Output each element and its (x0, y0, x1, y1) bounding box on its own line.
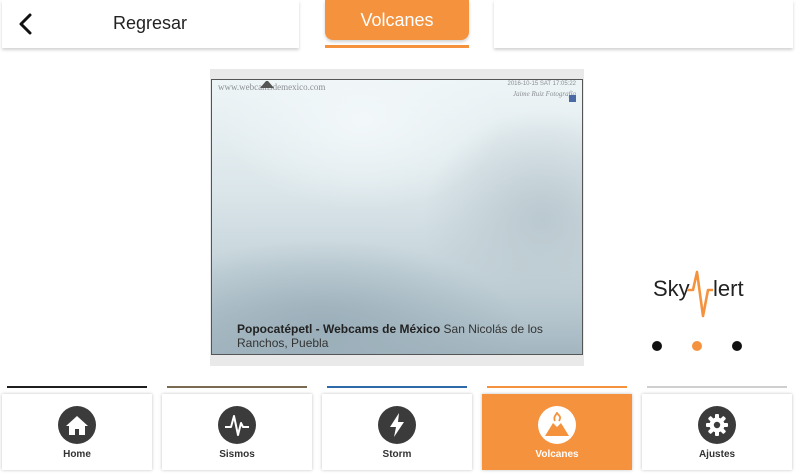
caption-title: Popocatépetl - Webcams de México (237, 322, 441, 336)
webcam-caption: Popocatépetl - Webcams de México San Nic… (237, 322, 573, 350)
tab-underline (325, 45, 469, 48)
volcano-icon (538, 406, 576, 444)
nav-label-sismos: Sismos (219, 449, 255, 460)
chevron-left-icon[interactable] (16, 12, 36, 36)
volcano-peak-icon (260, 81, 274, 88)
top-bar-right (494, 0, 793, 48)
page-dot-2[interactable] (692, 341, 702, 351)
nav-label-volcanes: Volcanes (535, 449, 579, 460)
gear-icon (698, 406, 736, 444)
nav-strip-ajustes (647, 386, 787, 388)
nav-sismos[interactable]: Sismos (162, 394, 312, 470)
nav-label-home: Home (63, 449, 91, 460)
back-label[interactable]: Regresar (113, 13, 187, 34)
svg-text:lert: lert (713, 276, 744, 301)
nav-strip-sismos (167, 386, 307, 388)
page-dot-1[interactable] (652, 341, 662, 351)
webcam-timestamp: 2016-10-15 SAT 17:05:22 (507, 81, 577, 87)
lightning-icon (378, 406, 416, 444)
home-icon (58, 406, 96, 444)
nav-strip-home (7, 386, 147, 388)
seismic-icon (218, 406, 256, 444)
nav-storm[interactable]: Storm (322, 394, 472, 470)
webcam-signature: Jaime Ruiz Fotografía (513, 90, 576, 98)
webcam-image[interactable]: www.webcamsdemexico.com 2016-10-15 SAT 1… (211, 79, 583, 355)
page-dot-3[interactable] (732, 341, 742, 351)
nav-strip-storm (327, 386, 467, 388)
back-bar[interactable]: Regresar (2, 0, 299, 48)
svg-text:Sky: Sky (653, 276, 690, 301)
nav-ajustes[interactable]: Ajustes (642, 394, 792, 470)
nav-label-storm: Storm (382, 449, 412, 460)
nav-strip-volcanes (487, 386, 627, 388)
nav-label-ajustes: Ajustes (698, 449, 736, 460)
nav-volcanes[interactable]: Volcanes (482, 394, 632, 470)
tab-volcanes[interactable]: Volcanes (325, 0, 469, 40)
nav-home[interactable]: Home (2, 394, 152, 470)
facebook-icon (569, 95, 576, 102)
skyalert-logo: Sky lert (653, 270, 744, 318)
